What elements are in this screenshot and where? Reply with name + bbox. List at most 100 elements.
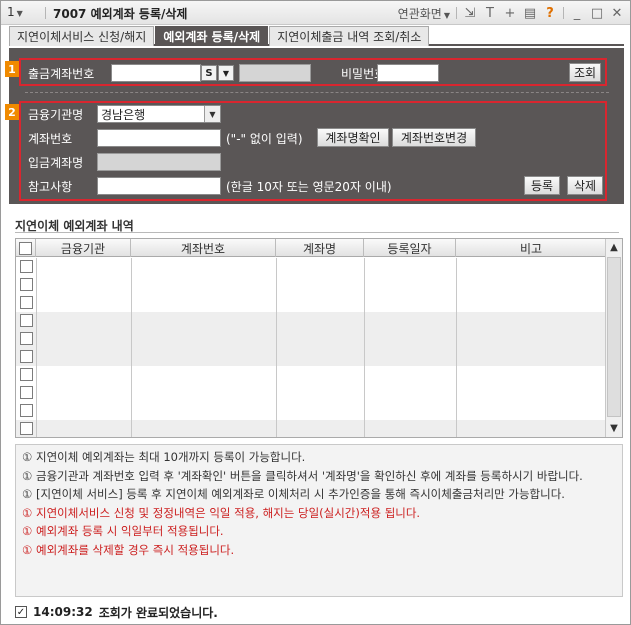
screen-number-selector[interactable]: 1 ▼ — [7, 5, 23, 19]
table-body — [16, 258, 606, 437]
column-header-account-number[interactable]: 계좌번호 — [131, 239, 276, 257]
account-number-hint: ("-" 없이 입력) — [226, 132, 303, 146]
status-bar: ✓ 14:09:32 조회가 완료되었습니다. — [15, 603, 218, 621]
select-all-header — [16, 239, 36, 257]
notice-item-warning: ① 예외계좌 등록 시 익일부터 적용됩니다. — [22, 522, 616, 541]
table-row[interactable] — [16, 384, 606, 402]
notice-text: 예외계좌 등록 시 익일부터 적용됩니다. — [36, 524, 224, 538]
divider — [15, 232, 619, 233]
checkbox-checked-icon: ✓ — [15, 606, 27, 618]
status-message: 조회가 완료되었습니다. — [98, 605, 218, 620]
tab-strip: 지연이체서비스 신청/해지 예외계좌 등록/삭제 지연이체출금 내역 조회/취소 — [9, 26, 624, 46]
row-checkbox[interactable] — [20, 386, 33, 399]
info-icon: ① — [22, 487, 33, 501]
help-icon[interactable]: ? — [543, 6, 557, 21]
add-icon[interactable]: + — [503, 6, 517, 21]
info-icon: ① — [22, 468, 33, 483]
chevron-down-icon: ▼ — [443, 10, 450, 20]
table-row[interactable] — [16, 294, 606, 312]
table-row[interactable] — [16, 366, 606, 384]
divider — [456, 7, 457, 19]
notice-item-warning: ① 지연이체서비스 신청 및 정정내역은 익일 적용, 해지는 당일(실시간)적용… — [22, 504, 616, 523]
window-title: 7007 예외계좌 등록/삭제 — [53, 7, 188, 21]
table-header: 금융기관 계좌번호 계좌명 등록일자 비고 — [16, 239, 606, 257]
scroll-up-icon[interactable]: ▲ — [606, 239, 622, 256]
notice-item: ① [지연이체 서비스] 등록 후 지연이체 예외계좌로 이체처리 시 추가인증을… — [22, 485, 616, 504]
row-checkbox[interactable] — [20, 314, 33, 327]
bank-select[interactable]: 경남은행 ▼ — [97, 105, 221, 123]
chevron-down-icon: ▼ — [204, 106, 220, 122]
deposit-name-label: 입금계좌명 — [28, 156, 84, 170]
tab-delay-history[interactable]: 지연이체출금 내역 조회/취소 — [269, 26, 430, 46]
table-row[interactable] — [16, 276, 606, 294]
row-checkbox[interactable] — [20, 260, 33, 273]
exception-account-table: 금융기관 계좌번호 계좌명 등록일자 비고 ▲ ▼ — [15, 238, 623, 438]
delete-button[interactable]: 삭제 — [567, 176, 603, 195]
row-checkbox[interactable] — [20, 422, 33, 435]
register-button[interactable]: 등록 — [524, 176, 560, 195]
select-all-checkbox[interactable] — [19, 241, 32, 255]
table-row[interactable] — [16, 402, 606, 420]
notice-box: ① 지연이체 예외계좌는 최대 10개까지 등록이 가능합니다. ① 금융기관과 계… — [15, 444, 623, 597]
column-header-register-date[interactable]: 등록일자 — [364, 239, 456, 257]
tab-exception-account[interactable]: 예외계좌 등록/삭제 — [155, 26, 269, 46]
column-divider — [364, 258, 365, 437]
query-button[interactable]: 조회 — [569, 63, 601, 82]
row-checkbox[interactable] — [20, 296, 33, 309]
table-row[interactable] — [16, 312, 606, 330]
close-icon[interactable]: ✕ — [610, 6, 624, 21]
title-toolbar: 연관화면 ▼ ⇲ T + ▤ ? _ □ ✕ — [398, 4, 624, 22]
row-checkbox[interactable] — [20, 350, 33, 363]
memo-label: 참고사항 — [28, 180, 73, 194]
table-row[interactable] — [16, 330, 606, 348]
account-number-label: 계좌번호 — [28, 132, 73, 146]
scroll-down-icon[interactable]: ▼ — [606, 420, 622, 437]
notice-item: ① 금융기관과 계좌번호 입력 후 '계좌확인' 버튼을 클릭하셔서 '계좌명'을… — [22, 467, 616, 486]
notice-text: [지연이체 서비스] 등록 후 지연이체 예외계좌로 이체처리 시 추가인증을 … — [36, 487, 565, 501]
withdrawal-account-input[interactable] — [111, 64, 201, 82]
warning-icon: ① — [22, 542, 33, 557]
bank-label: 금융기관명 — [28, 108, 84, 122]
account-type-dropdown[interactable]: ▼ — [218, 65, 234, 81]
row-checkbox[interactable] — [20, 404, 33, 417]
column-divider — [276, 258, 277, 437]
column-header-account-name[interactable]: 계좌명 — [276, 239, 364, 257]
link-screen-icon[interactable]: ⇲ — [463, 6, 477, 21]
row-checkbox[interactable] — [20, 368, 33, 381]
notice-text: 금융기관과 계좌번호 입력 후 '계좌확인' 버튼을 클릭하셔서 '계좌명'을 … — [36, 468, 583, 483]
table-row[interactable] — [16, 348, 606, 366]
column-divider — [456, 258, 457, 437]
memo-input[interactable] — [97, 177, 221, 195]
row-checkbox[interactable] — [20, 332, 33, 345]
change-account-number-button[interactable]: 계좌번호변경 — [392, 128, 476, 147]
register-section: 금융기관명 경남은행 ▼ 계좌번호 ("-" 없이 입력) 계좌명확인 계좌번호… — [19, 101, 607, 201]
tab-delay-service[interactable]: 지연이체서비스 신청/해지 — [9, 26, 155, 46]
table-row[interactable] — [16, 258, 606, 276]
check-account-name-button[interactable]: 계좌명확인 — [317, 128, 389, 147]
input-panel: 1 출금계좌번호 S ▼ 비밀번호 조회 2 금융기관명 경남은행 ▼ 계좌번호… — [5, 48, 624, 204]
divider — [25, 92, 609, 93]
account-name-display — [239, 64, 311, 82]
title-bar: 1 ▼ 7007 예외계좌 등록/삭제 연관화면 ▼ ⇲ T + ▤ ? _ □ ✕ — [1, 1, 630, 25]
table-row[interactable] — [16, 420, 606, 437]
related-screens-menu[interactable]: 연관화면 ▼ — [398, 5, 450, 22]
notice-item-warning: ① 예외계좌를 삭제할 경우 즉시 적용됩니다. — [22, 541, 616, 560]
step-badge-1: 1 — [5, 61, 19, 77]
notice-item: ① 지연이체 예외계좌는 최대 10개까지 등록이 가능합니다. — [22, 448, 616, 467]
account-number-input[interactable] — [97, 129, 221, 147]
notice-text: 예외계좌를 삭제할 경우 즉시 적용됩니다. — [36, 542, 235, 557]
print-icon[interactable]: ▤ — [523, 6, 537, 21]
scrollbar-thumb[interactable] — [607, 257, 621, 417]
column-header-remarks[interactable]: 비고 — [456, 239, 606, 257]
info-icon: ① — [22, 450, 33, 464]
vertical-scrollbar[interactable]: ▲ ▼ — [605, 239, 622, 437]
row-checkbox[interactable] — [20, 278, 33, 291]
withdrawal-account-label: 출금계좌번호 — [28, 67, 95, 81]
password-input[interactable] — [377, 64, 439, 82]
column-header-bank[interactable]: 금융기관 — [36, 239, 131, 257]
minimize-icon[interactable]: _ — [570, 6, 584, 21]
column-divider — [36, 258, 37, 437]
font-size-icon[interactable]: T — [483, 6, 497, 21]
notice-text: 지연이체서비스 신청 및 정정내역은 익일 적용, 해지는 당일(실시간)적용 … — [36, 505, 421, 520]
maximize-icon[interactable]: □ — [590, 6, 604, 21]
